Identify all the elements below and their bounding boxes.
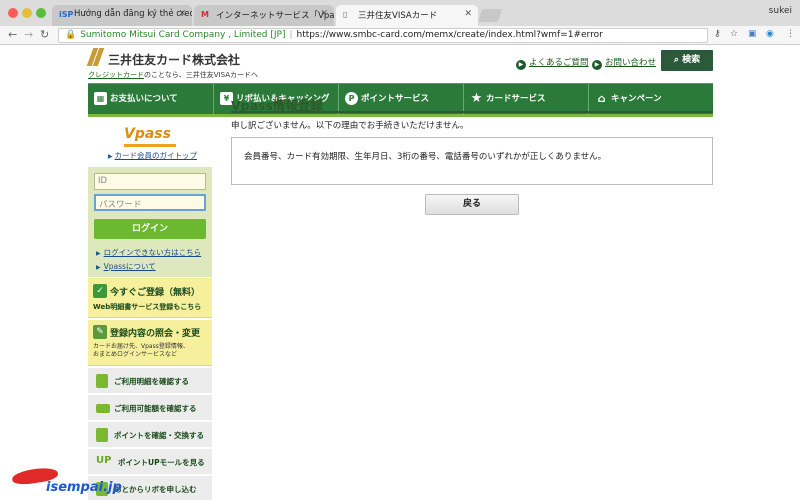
lock-icon: 🔒 xyxy=(65,30,77,40)
gnav-campaign[interactable]: ⌂ キャンペーン xyxy=(588,84,713,114)
faq-link[interactable]: ▶ よくあるご質問 xyxy=(516,56,589,70)
forward-arrow-icon[interactable]: → xyxy=(24,28,33,41)
isp-favicon-icon: iSP xyxy=(59,10,74,19)
credit-card-link[interactable]: クレジットカード xyxy=(88,71,144,79)
browser-tab-2[interactable]: M インターネットサービス「Vpass」 ✕ xyxy=(194,5,334,26)
close-tab-icon[interactable]: ✕ xyxy=(464,9,472,19)
password-input[interactable]: パスワード xyxy=(94,194,206,211)
menu-points[interactable]: ポイントを確認・交換する xyxy=(88,422,212,448)
gift-icon: ⌂ xyxy=(597,92,606,105)
contact-link[interactable]: ▶ お問い合わせ xyxy=(592,56,656,70)
card-icon xyxy=(96,404,110,413)
tab-label: インターネットサービス「Vpass」 xyxy=(216,11,334,21)
gmail-favicon-icon: M xyxy=(201,10,209,19)
id-input[interactable]: ID xyxy=(94,173,206,190)
url-text: https://www.smbc-card.com/memx/create/in… xyxy=(296,30,603,40)
login-button[interactable]: ログイン xyxy=(94,219,206,239)
browser-address-bar: ← → ↻ 🔒 Sumitomo Mitsui Card Company , Li… xyxy=(0,26,800,45)
sidebar: Vpass ▶ カード会員のガイトップ ID パスワード ログイン ▶ ログインで… xyxy=(88,120,212,500)
gnav-points[interactable]: P ポイントサービス xyxy=(338,84,463,114)
arrow-circle-icon: ▶ xyxy=(516,60,526,70)
back-arrow-icon[interactable]: ← xyxy=(8,28,17,41)
header-tagline: クレジットカードのことなら、三井住友VISAカードへ xyxy=(88,71,259,79)
gnav-payment[interactable]: ▦ お支払いについて xyxy=(88,84,213,114)
error-message: 会員番号、カード有効期限、生年月日、3桁の番号、電話番号のいずれかが正しくありま… xyxy=(244,152,607,162)
register-now-banner[interactable]: ✓ 今すぐご登録（無料） Web明細書サービス登録もこちら xyxy=(88,278,212,318)
star-icon: ★ xyxy=(470,91,483,106)
statement-icon xyxy=(96,374,108,388)
close-window-button[interactable] xyxy=(8,8,18,18)
maximize-window-button[interactable] xyxy=(36,8,46,18)
new-tab-button[interactable] xyxy=(477,9,503,22)
reload-icon[interactable]: ↻ xyxy=(40,28,49,41)
back-button[interactable]: 戻る xyxy=(425,194,519,215)
url-input[interactable]: 🔒 Sumitomo Mitsui Card Company , Limited … xyxy=(58,28,708,43)
browser-tab-bar: iSP Hướng dẫn đăng ký thẻ credit ✕ M インタ… xyxy=(0,0,800,26)
error-message-box: 会員番号、カード有効期限、生年月日、3桁の番号、電話番号のいずれかが正しくありま… xyxy=(231,137,713,185)
change-info-banner[interactable]: ✎ 登録内容の照会・変更 カードお届け先、Vpass登録情報、 おまとめログイン… xyxy=(88,320,212,366)
watermark-logo: isempai.jp xyxy=(0,463,130,500)
login-panel: ID パスワード ログイン ▶ ログインできない方はこちら ▶ Vpassについて xyxy=(88,167,212,277)
calculator-icon: ▦ xyxy=(94,92,107,105)
triangle-icon: ▶ xyxy=(96,250,101,257)
certificate-owner: Sumitomo Mitsui Card Company , Limited [… xyxy=(80,30,286,40)
tab-label: Hướng dẫn đăng ký thẻ credit xyxy=(74,9,192,19)
extension-icon[interactable]: ◉ xyxy=(766,29,774,39)
company-name: 三井住友カード株式会社 xyxy=(108,53,241,67)
about-vpass-link[interactable]: ▶ Vpassについて xyxy=(96,261,156,272)
cant-login-link[interactable]: ▶ ログインできない方はこちら xyxy=(96,247,201,258)
browser-menu-icon[interactable]: ⋮ xyxy=(786,29,795,39)
close-tab-icon[interactable]: ✕ xyxy=(178,9,186,19)
points-card-icon xyxy=(96,428,108,442)
browser-tab-1[interactable]: iSP Hướng dẫn đăng ký thẻ credit ✕ xyxy=(52,5,192,26)
points-icon: P xyxy=(345,92,358,105)
arrow-circle-icon: ▶ xyxy=(592,60,602,70)
bookmark-star-icon[interactable]: ☆ xyxy=(730,29,738,39)
title-divider xyxy=(231,111,713,113)
minimize-window-button[interactable] xyxy=(22,8,32,18)
key-icon[interactable]: ⚷ xyxy=(714,29,721,39)
edit-document-icon: ✎ xyxy=(93,325,107,339)
watermark-text: isempai.jp xyxy=(46,480,122,495)
gnav-card-services[interactable]: ★ カードサービス xyxy=(463,84,588,114)
menu-statement[interactable]: ご利用明細を確認する xyxy=(88,368,212,394)
browser-tab-3-active[interactable]: ▯ 三井住友VISAカード ✕ xyxy=(336,5,478,26)
vpass-header: Vpass ▶ カード会員のガイトップ xyxy=(88,120,212,166)
vpass-logo-underline xyxy=(124,144,176,147)
smbc-logo-icon xyxy=(86,48,105,66)
menu-available-amount[interactable]: ご利用可能額を確認する xyxy=(88,395,212,421)
search-icon: ⌕ xyxy=(673,55,683,65)
browser-user-name[interactable]: sukei xyxy=(769,6,792,16)
page: 三井住友カード株式会社 クレジットカードのことなら、三井住友VISAカードへ ▶… xyxy=(0,45,800,500)
guide-top-link[interactable]: ▶ カード会員のガイトップ xyxy=(108,150,197,161)
error-lead-text: 申し訳ございません。以下の理由でお手続きいただけません。 xyxy=(231,121,469,131)
document-favicon-icon: ▯ xyxy=(343,10,348,19)
vpass-logo[interactable]: Vpass xyxy=(124,126,171,142)
triangle-icon: ▶ xyxy=(96,264,101,271)
translate-icon[interactable]: ▣ xyxy=(748,29,757,39)
search-button[interactable]: ⌕ 検索 xyxy=(661,50,713,71)
tab-label: 三井住友VISAカード xyxy=(358,11,438,21)
close-tab-icon[interactable]: ✕ xyxy=(320,9,328,19)
beginner-mark-icon: ✓ xyxy=(93,284,107,298)
